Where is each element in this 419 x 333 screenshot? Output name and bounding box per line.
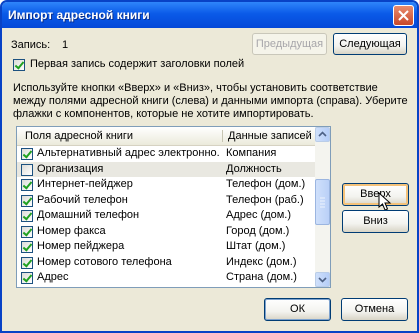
- address-book-field: Рабочий телефон: [37, 193, 128, 206]
- mouse-cursor-icon: [378, 192, 392, 211]
- scroll-up-button[interactable]: [315, 127, 330, 142]
- import-data-field: Адрес (дом.): [226, 209, 292, 221]
- previous-button[interactable]: Предыдущая: [252, 33, 327, 55]
- list-rows: Альтернативный адрес электронно... Компан…: [17, 146, 317, 289]
- list-item[interactable]: Домашний телефон Адрес (дом.): [17, 208, 317, 224]
- row-checkbox[interactable]: [21, 272, 33, 284]
- column-separator[interactable]: [222, 130, 223, 142]
- cancel-button[interactable]: Отмена: [341, 298, 408, 321]
- record-label: Запись:: [11, 39, 51, 51]
- close-button[interactable]: [393, 5, 414, 26]
- list-item[interactable]: Адрес 2 Адрес (раб.): [17, 286, 317, 289]
- import-data-field: Телефон (раб.): [226, 193, 304, 206]
- move-up-button[interactable]: Вверх: [342, 183, 409, 206]
- import-data-field: Телефон (дом.): [226, 178, 306, 190]
- import-data-field: Адрес (раб.): [226, 287, 289, 288]
- row-checkbox[interactable]: [21, 241, 33, 253]
- record-number: 1: [62, 39, 69, 51]
- instructions-text: Используйте кнопки «Вверх» и «Вниз», что…: [13, 82, 408, 120]
- row-checkbox[interactable]: [21, 179, 33, 191]
- row-checkbox[interactable]: [21, 288, 33, 289]
- grip-icon: [320, 197, 325, 208]
- list-header: Поля адресной книги Данные записей ...: [17, 127, 317, 146]
- list-item[interactable]: Альтернативный адрес электронно... Компан…: [17, 146, 317, 162]
- field-mapping-list[interactable]: Поля адресной книги Данные записей ... А…: [16, 126, 331, 288]
- ok-button[interactable]: ОК: [264, 298, 331, 321]
- import-data-field: Город (дом.): [226, 224, 290, 237]
- row-checkbox[interactable]: [21, 210, 33, 222]
- list-item[interactable]: Организация Должность: [17, 161, 317, 177]
- address-book-field: Адрес 2: [37, 287, 220, 288]
- header-row-checkbox[interactable]: [13, 59, 25, 71]
- import-data-field: Индекс (дом.): [226, 255, 297, 268]
- arrow-down-icon: [318, 277, 327, 283]
- close-icon: [398, 10, 409, 21]
- row-checkbox[interactable]: [21, 225, 33, 238]
- import-data-field: Должность: [226, 162, 282, 175]
- move-down-button[interactable]: Вниз: [342, 210, 409, 233]
- arrow-up-icon: [318, 131, 327, 137]
- list-item[interactable]: Адрес Страна (дом.): [17, 270, 317, 286]
- import-data-field: Штат (дом.): [226, 240, 286, 252]
- address-book-field: Номер сотового телефона: [37, 255, 172, 268]
- title-bar[interactable]: Импорт адресной книги: [2, 2, 417, 28]
- import-address-book-dialog: Импорт адресной книги Запись: 1 Предыдущ…: [0, 0, 419, 333]
- import-data-field: Компания: [226, 147, 277, 159]
- row-checkbox[interactable]: [21, 194, 33, 207]
- vertical-scrollbar[interactable]: [315, 127, 330, 287]
- address-book-field: Организация: [37, 162, 104, 175]
- column-header-data[interactable]: Данные записей ...: [228, 130, 316, 142]
- list-item[interactable]: Рабочий телефон Телефон (раб.): [17, 193, 317, 209]
- scroll-down-button[interactable]: [315, 272, 330, 287]
- list-item[interactable]: Интернет-пейджер Телефон (дом.): [17, 177, 317, 193]
- address-book-field: Интернет-пейджер: [37, 178, 133, 190]
- column-header-fields[interactable]: Поля адресной книги: [25, 130, 220, 142]
- list-item[interactable]: Номер сотового телефона Индекс (дом.): [17, 255, 317, 271]
- address-book-field: Номер факса: [37, 224, 106, 237]
- next-button[interactable]: Следующая: [333, 33, 407, 55]
- list-item[interactable]: Номер пейджера Штат (дом.): [17, 239, 317, 255]
- import-data-field: Страна (дом.): [226, 271, 297, 283]
- scroll-thumb[interactable]: [315, 179, 330, 225]
- header-row-checkbox-label: Первая запись содержит заголовки полей: [30, 58, 245, 70]
- address-book-field: Номер пейджера: [37, 240, 125, 252]
- row-checkbox[interactable]: [21, 163, 33, 176]
- address-book-field: Альтернативный адрес электронно...: [37, 147, 220, 159]
- address-book-field: Адрес: [37, 271, 69, 283]
- row-checkbox[interactable]: [21, 256, 33, 269]
- window-title: Импорт адресной книги: [8, 8, 150, 22]
- address-book-field: Домашний телефон: [37, 209, 140, 221]
- list-item[interactable]: Номер факса Город (дом.): [17, 224, 317, 240]
- row-checkbox[interactable]: [21, 148, 33, 160]
